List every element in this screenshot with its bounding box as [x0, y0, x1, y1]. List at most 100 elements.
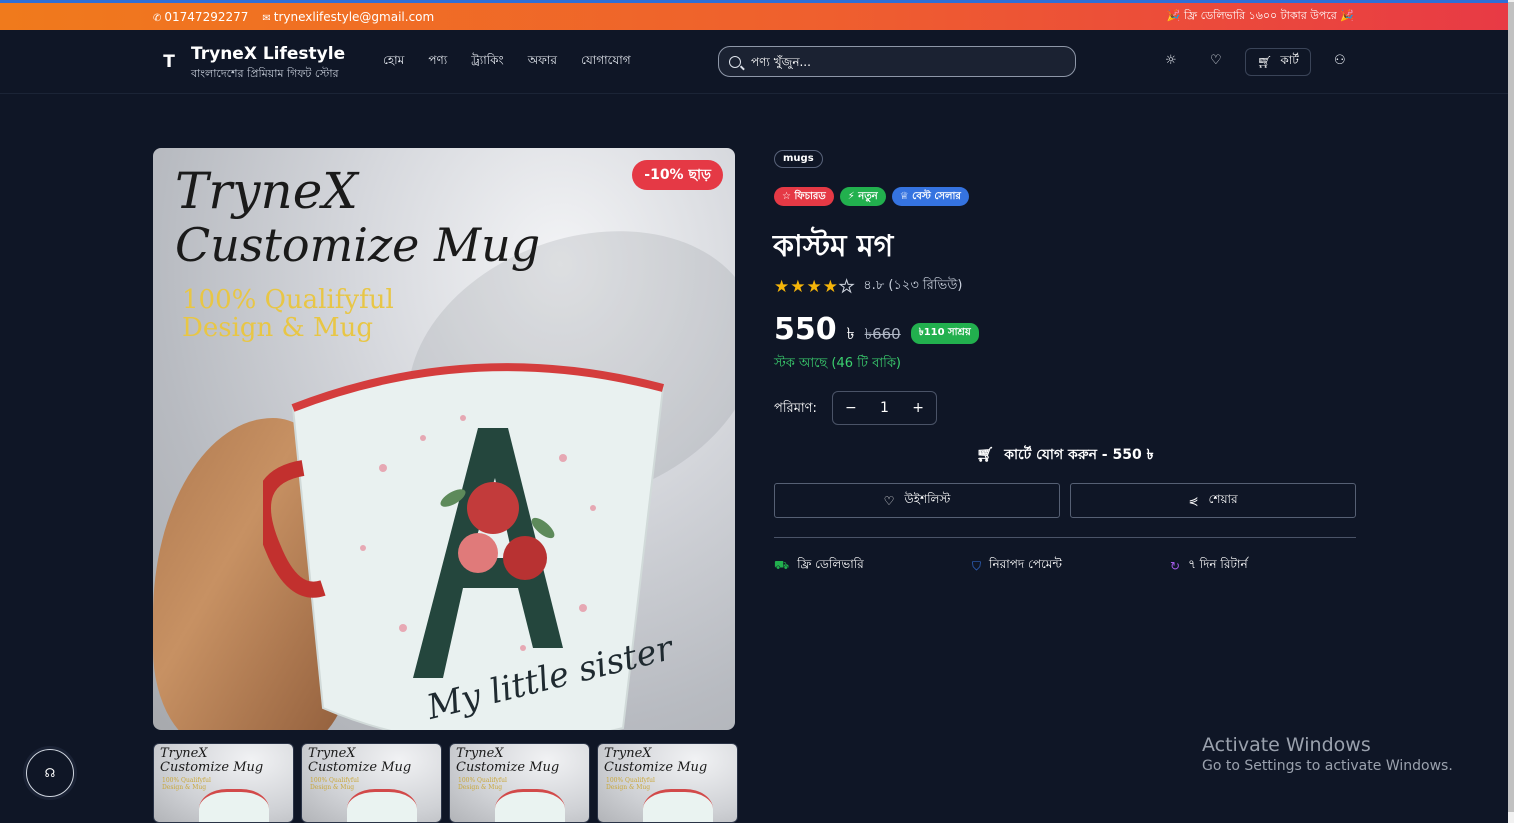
- thumb-text-brand: TryneX: [456, 746, 504, 761]
- thumbnail-1[interactable]: TryneX Customize Mug 100% Qualifyful Desig…: [153, 743, 294, 823]
- rating-text: ৪.৮ (১২৩ রিভিউ): [863, 278, 963, 293]
- thumb-mug: [643, 789, 713, 822]
- discount-badge: -10% ছাড়: [632, 160, 723, 190]
- feature-secure-payment: ⛉ নিরাপদ পেমেন্ট: [972, 556, 1062, 576]
- product-rating: ★★★★★ ৪.৮ (১২৩ রিভিউ): [774, 276, 962, 297]
- quantity-value[interactable]: 1: [880, 400, 889, 416]
- email-address: trynexlifestyle@gmail.com: [273, 9, 435, 24]
- category-chip[interactable]: mugs: [774, 150, 823, 168]
- main-nav: হোম পণ্য ট্র্যাকিং অফার যোগাযোগ: [383, 52, 631, 72]
- wishlist-button[interactable]: ♡ উইশলিস্ট: [774, 483, 1060, 518]
- thumb-text-quality: 100% Qualifyful: [606, 777, 655, 784]
- refresh-icon: ↻: [1170, 559, 1181, 573]
- star-filled-icon: ★: [822, 276, 839, 297]
- badge-bestseller: ♕ বেস্ট সেলার: [891, 187, 969, 206]
- search-input[interactable]: [751, 54, 1051, 69]
- quantity-decrease-button[interactable]: −: [845, 400, 857, 416]
- thumb-text-brand: TryneX: [308, 746, 356, 761]
- cart-button[interactable]: 🛒︎ কার্ট: [1245, 48, 1311, 76]
- watermark-subtitle: Go to Settings to activate Windows.: [1202, 758, 1453, 774]
- thumb-text-brand: TryneX: [160, 746, 208, 761]
- thumb-text-title: Customize Mug: [604, 760, 708, 775]
- brand-name[interactable]: TryneX Lifestyle: [191, 44, 345, 64]
- badge-new: ⚡ নতুন: [839, 187, 886, 206]
- product-badges: ☆ ফিচারড ⚡ নতুন ♕ বেস্ট সেলার: [774, 187, 969, 206]
- badge-featured: ☆ ফিচারড: [774, 187, 834, 206]
- feature-label: নিরাপদ পেমেন্ট: [989, 557, 1062, 571]
- phone-contact[interactable]: ✆ 01747292277: [153, 10, 248, 24]
- add-to-cart-button[interactable]: 🛒︎ কার্টে যোগ করুন - 550 ৳: [774, 440, 1356, 470]
- thumb-text-design: Design & Mug: [458, 784, 503, 791]
- share-button[interactable]: ⋞ শেয়ার: [1070, 483, 1356, 518]
- phone-icon: ✆: [153, 12, 162, 24]
- feature-label: ফ্রি ডেলিভারি: [797, 557, 864, 571]
- watermark-title: Activate Windows: [1202, 734, 1371, 756]
- star-filled-icon: ★: [806, 276, 823, 297]
- thumb-text-brand: TryneX: [604, 746, 652, 761]
- headset-icon: ☊: [44, 766, 56, 780]
- image-text-quality: 100% Qualifyful: [182, 285, 394, 315]
- phone-number: 01747292277: [164, 9, 249, 24]
- quantity-stepper: − 1 +: [832, 391, 937, 425]
- image-text-brand: TryneX: [175, 162, 358, 220]
- scrollbar-thumb[interactable]: [1508, 2, 1514, 812]
- product-main-image[interactable]: TryneX Customize Mug 100% Qualifyful Des…: [153, 148, 735, 730]
- star-empty-icon: ★: [838, 276, 856, 297]
- share-icon: ⋞: [1188, 493, 1199, 508]
- email-contact[interactable]: ✉ trynexlifestyle@gmail.com: [262, 10, 434, 24]
- windows-activation-watermark: Activate Windows Go to Settings to activ…: [1202, 734, 1453, 774]
- thumb-mug: [347, 789, 417, 822]
- search-icon: [729, 55, 741, 68]
- wishlist-label: উইশলিস্ট: [904, 491, 951, 506]
- page-scrollbar[interactable]: [1508, 0, 1514, 823]
- cart-label: কার্ট: [1280, 53, 1299, 67]
- cart-icon: 🛒︎: [976, 447, 995, 463]
- thumb-text-quality: 100% Qualifyful: [458, 777, 507, 784]
- thumbnail-strip: TryneX Customize Mug 100% Qualifyful Desig…: [153, 743, 738, 823]
- star-filled-icon: ★: [774, 276, 791, 297]
- thumb-text-design: Design & Mug: [310, 784, 355, 791]
- current-price: 550: [774, 312, 837, 347]
- theme-toggle-icon[interactable]: ☼: [1165, 53, 1177, 68]
- thumb-text-design: Design & Mug: [162, 784, 207, 791]
- nav-tracking[interactable]: ট্র্যাকিং: [471, 52, 503, 72]
- image-text-design: Design & Mug: [182, 313, 373, 343]
- search-bar: [718, 46, 1076, 77]
- thumb-text-title: Customize Mug: [456, 760, 560, 775]
- nav-home[interactable]: হোম: [383, 52, 404, 72]
- logo-icon[interactable]: T: [155, 50, 183, 74]
- original-price: ৳660: [864, 325, 901, 343]
- promo-bar: ✆ 01747292277 ✉ trynexlifestyle@gmail.com …: [0, 0, 1508, 30]
- feature-return: ↻ ৭ দিন রিটার্ন: [1170, 556, 1248, 576]
- quantity-label: পরিমাণ:: [774, 401, 817, 416]
- star-filled-icon: ★: [790, 276, 807, 297]
- nav-products[interactable]: পণ্য: [428, 52, 447, 72]
- nav-contact[interactable]: যোগাযোগ: [581, 52, 631, 72]
- thumb-mug: [495, 789, 565, 822]
- user-icon[interactable]: ⚇: [1334, 53, 1346, 68]
- support-chat-button[interactable]: ☊: [26, 749, 74, 797]
- add-to-cart-label: কার্টে যোগ করুন - 550 ৳: [1004, 447, 1154, 463]
- quantity-increase-button[interactable]: +: [912, 400, 924, 416]
- thumb-text-title: Customize Mug: [308, 760, 412, 775]
- heart-icon: ♡: [883, 493, 895, 508]
- thumbnail-2[interactable]: TryneX Customize Mug 100% Qualifyful Desig…: [301, 743, 442, 823]
- product-title: কাস্টম মগ: [773, 229, 894, 264]
- brand-tagline: বাংলাদেশের প্রিমিয়াম গিফট স্টোর: [191, 67, 339, 80]
- share-label: শেয়ার: [1208, 491, 1238, 506]
- image-text-title: Customize Mug: [175, 218, 541, 272]
- mail-icon: ✉: [262, 12, 271, 24]
- wishlist-heart-icon[interactable]: ♡: [1210, 53, 1222, 68]
- thumb-text-title: Customize Mug: [160, 760, 264, 775]
- mug-illustration: My little sister: [263, 363, 678, 730]
- savings-badge: ৳110 সাশ্রয়: [910, 323, 979, 344]
- thumb-text-quality: 100% Qualifyful: [310, 777, 359, 784]
- nav-offers[interactable]: অফার: [528, 52, 557, 72]
- main-header: T TryneX Lifestyle বাংলাদেশের প্রিমিয়াম…: [0, 30, 1508, 94]
- thumbnail-4[interactable]: TryneX Customize Mug 100% Qualifyful Desig…: [597, 743, 738, 823]
- currency-symbol: ৳: [846, 324, 855, 343]
- thumbnail-3[interactable]: TryneX Customize Mug 100% Qualifyful Desig…: [449, 743, 590, 823]
- shield-icon: ⛉: [972, 558, 982, 573]
- contact-info: ✆ 01747292277 ✉ trynexlifestyle@gmail.com: [153, 10, 434, 24]
- thumb-text-quality: 100% Qualifyful: [162, 777, 211, 784]
